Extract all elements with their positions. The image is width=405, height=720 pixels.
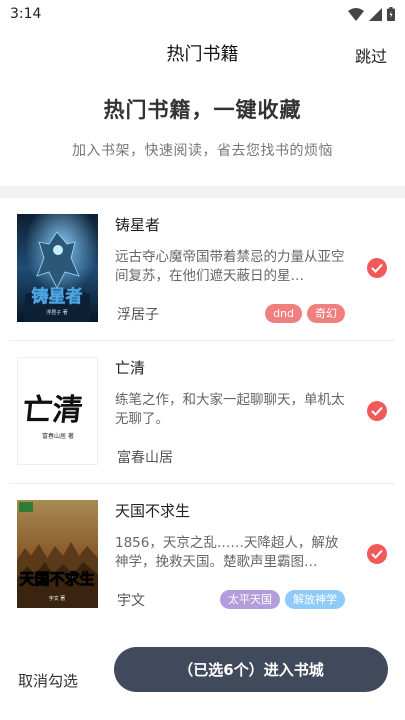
book-cover: 铸星者 浮居子 著 — [17, 214, 98, 322]
book-description: 远古夺心魔帝国带着禁忌的力量从亚空间复苏，在他们遮天蔽日的星… — [115, 249, 345, 284]
cancel-selection-button[interactable]: 取消勾选 — [18, 670, 78, 691]
book-title: 天国不求生 — [115, 502, 191, 520]
check-icon — [371, 549, 383, 559]
cover-author: 富春山居 著 — [42, 432, 74, 440]
cover-author: 浮居子 著 — [46, 309, 68, 316]
tag-badge: 解放神学 — [285, 590, 345, 609]
status-time: 3:14 — [10, 6, 42, 22]
calligraphy-icon: 亡清 富春山居 著 — [18, 358, 97, 464]
status-bar: 3:14 — [0, 0, 405, 28]
tag-badge: dnd — [265, 304, 302, 323]
book-description: 1856，天京之乱……天降超人，解放神学，挽救天国。楚歌声里霸图… — [115, 535, 339, 570]
tag-badge: 奇幻 — [307, 304, 345, 323]
book-tags: dnd 奇幻 — [265, 304, 345, 323]
book-author: 宇文 — [117, 593, 145, 609]
cover-author: 宇文 著 — [49, 595, 66, 602]
book-description: 练笔之作，和大家一起聊聊天，单机太无聊了。 — [115, 392, 345, 427]
book-tags: 太平天国 解放神学 — [220, 590, 345, 609]
cover-title: 亡清 — [21, 393, 85, 428]
cover-title: 铸星者 — [32, 286, 83, 307]
status-icons — [348, 7, 395, 21]
enter-bookstore-button[interactable]: （已选6个）进入书城 — [114, 647, 388, 692]
select-checkbox[interactable] — [367, 401, 387, 421]
book-item[interactable]: 天国不求生 宇文 著 天国不求生 1856，天京之乱……天降超人，解放神学，挽救… — [10, 484, 395, 627]
book-cover: 天国不求生 宇文 著 — [17, 500, 98, 608]
book-cover: 亡清 富春山居 著 — [17, 357, 98, 465]
book-item[interactable]: 亡清 富春山居 著 亡清 练笔之作，和大家一起聊聊天，单机太无聊了。 富春山居 — [10, 341, 395, 484]
check-icon — [371, 263, 383, 273]
signal-icon — [369, 7, 382, 21]
top-nav: 热门书籍 跳过 — [0, 28, 405, 78]
page-title: 热门书籍 — [166, 44, 239, 65]
section-divider — [0, 186, 405, 198]
book-list: 铸星者 浮居子 著 铸星者 远古夺心魔帝国带着禁忌的力量从亚空间复苏，在他们遮天… — [0, 198, 405, 627]
warrior-figure-icon: 铸星者 浮居子 著 — [17, 214, 98, 322]
hero-subtitle: 加入书架，快速阅读，省去您找书的烦恼 — [72, 143, 333, 159]
select-checkbox[interactable] — [367, 258, 387, 278]
hero-title: 热门书籍，一键收藏 — [103, 98, 302, 122]
wifi-icon — [348, 7, 364, 21]
tag-badge: 太平天国 — [220, 590, 280, 609]
book-author: 富春山居 — [117, 450, 173, 466]
check-icon — [371, 406, 383, 416]
book-item[interactable]: 铸星者 浮居子 著 铸星者 远古夺心魔帝国带着禁忌的力量从亚空间复苏，在他们遮天… — [10, 198, 395, 341]
hero-section: 热门书籍，一键收藏 加入书架，快速阅读，省去您找书的烦恼 — [0, 78, 405, 160]
bottom-action-bar: 取消勾选 （已选6个）进入书城 — [0, 642, 405, 720]
book-title: 亡清 — [115, 359, 146, 377]
skip-button[interactable]: 跳过 — [355, 43, 387, 67]
select-checkbox[interactable] — [367, 544, 387, 564]
cover-title: 天国不求生 — [19, 570, 94, 588]
book-title: 铸星者 — [115, 216, 161, 234]
battery-icon — [387, 7, 395, 21]
book-author: 浮居子 — [117, 307, 159, 323]
battle-scene-icon: 天国不求生 宇文 著 — [17, 500, 98, 608]
